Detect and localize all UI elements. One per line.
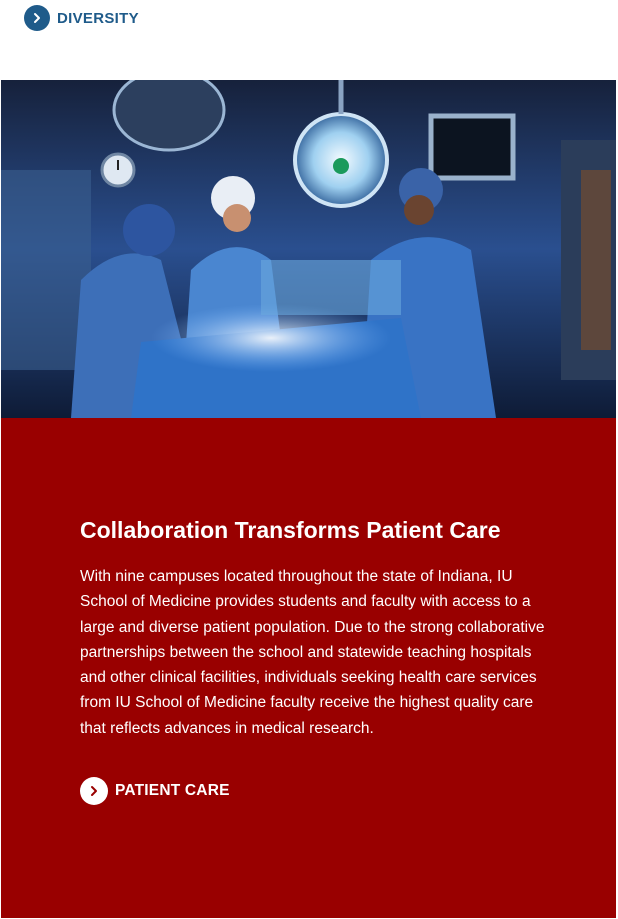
chevron-right-icon: [80, 777, 108, 805]
panel-body: With nine campuses located throughout th…: [80, 568, 545, 737]
panel-title: Collaboration Transforms Patient Care: [80, 517, 501, 543]
patient-care-panel: Collaboration Transforms Patient Care Wi…: [1, 418, 616, 918]
chevron-right-icon: [24, 5, 50, 31]
patient-care-link-label: PATIENT CARE: [115, 782, 230, 799]
diversity-link[interactable]: DIVERSITY: [24, 5, 139, 31]
patient-care-link[interactable]: PATIENT CARE: [80, 777, 230, 805]
hero-image: [1, 80, 616, 418]
diversity-link-label: DIVERSITY: [57, 9, 139, 27]
